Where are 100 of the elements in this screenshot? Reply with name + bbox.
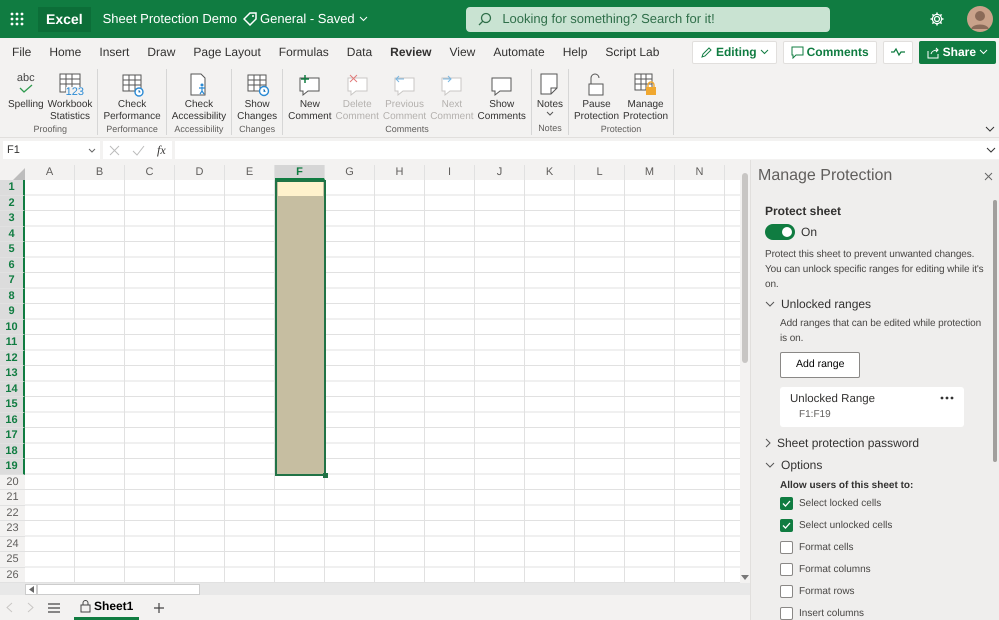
ribbon-tab[interactable]: File — [3, 38, 40, 66]
ribbon-tab[interactable]: Home — [40, 38, 90, 66]
row-header[interactable]: 6 — [0, 258, 25, 273]
checkbox[interactable] — [780, 607, 793, 620]
cell-grid[interactable]: 1 2 3 4 5 6 7 8 9 10 11 12 13 14 15 16 17 18 19 20 21 22 23 24 25 26 — [0, 180, 740, 583]
checkbox[interactable] — [780, 585, 793, 598]
row-header[interactable]: 9 — [0, 304, 25, 320]
row-header[interactable]: 4 — [0, 226, 25, 242]
ribbon-tab[interactable]: Help — [554, 38, 596, 66]
row-header[interactable]: 14 — [0, 382, 25, 397]
row-header[interactable]: 11 — [0, 335, 25, 350]
checkbox[interactable] — [780, 541, 793, 554]
close-icon[interactable] — [984, 172, 993, 180]
row-header[interactable]: 5 — [0, 242, 25, 258]
ribbon-tab[interactable]: Insert — [90, 38, 138, 66]
column-header[interactable]: F — [275, 165, 325, 180]
toggle-switch[interactable] — [765, 224, 795, 240]
row-header[interactable]: 17 — [0, 428, 25, 444]
app-name[interactable]: Excel — [38, 6, 91, 32]
collapse-ribbon-icon[interactable] — [985, 126, 995, 132]
fill-handle[interactable] — [323, 472, 328, 478]
active-cell[interactable] — [278, 182, 323, 196]
menu-icon[interactable] — [48, 602, 60, 612]
checkbox-label[interactable]: Format columns — [799, 562, 871, 578]
insert-function-button[interactable]: fx — [157, 141, 166, 159]
ribbon-tab[interactable]: Script Lab — [596, 38, 668, 66]
checkbox-label[interactable]: Format cells — [799, 540, 854, 556]
ribbon-tab[interactable]: Review — [381, 38, 441, 66]
chevron-down-icon[interactable] — [88, 148, 96, 152]
chevron-down-icon[interactable] — [765, 301, 775, 307]
ribbon-button[interactable]: Check Accessibility — [170, 69, 228, 123]
settings-icon[interactable] — [928, 11, 945, 27]
ribbon-tab[interactable]: Data — [338, 38, 382, 66]
row-header[interactable]: 16 — [0, 412, 25, 428]
ribbon-tab[interactable]: Draw — [138, 38, 184, 66]
chevron-down-icon[interactable] — [765, 462, 775, 468]
document-title[interactable]: Sheet Protection Demo — [102, 9, 237, 29]
checkbox[interactable] — [780, 519, 793, 532]
editing-button[interactable]: Editing — [692, 40, 777, 64]
scroll-thumb[interactable] — [37, 584, 200, 594]
app-launcher-icon[interactable] — [10, 12, 24, 26]
formula-input[interactable] — [174, 141, 999, 159]
activity-button[interactable] — [882, 40, 913, 64]
ribbon-tab[interactable]: Page Layout — [184, 38, 270, 66]
scroll-thumb[interactable] — [742, 173, 748, 363]
checkbox-label[interactable]: Format rows — [799, 584, 855, 600]
ribbon-button[interactable]: Pause Protection — [572, 69, 622, 123]
row-header[interactable]: 20 — [0, 474, 25, 490]
row-header[interactable]: 2 — [0, 196, 25, 211]
section-toggle[interactable]: Unlocked ranges — [765, 296, 985, 312]
search-field[interactable]: Looking for something? Search for it! — [466, 6, 830, 32]
scroll-down-icon[interactable] — [741, 575, 749, 581]
ribbon-button[interactable]: Notes — [534, 69, 566, 117]
ribbon-button[interactable]: 123 Workbook Statistics — [46, 69, 94, 123]
ribbon-tab[interactable]: Formulas — [270, 38, 338, 66]
row-header[interactable]: 21 — [0, 490, 25, 506]
comments-button[interactable]: Comments — [782, 40, 877, 64]
ribbon-button[interactable]: New Comment — [286, 69, 334, 123]
row-header[interactable]: 7 — [0, 273, 25, 288]
panel-scrollbar[interactable] — [993, 200, 997, 462]
section-toggle[interactable]: Sheet protection password — [765, 434, 985, 451]
row-header[interactable]: 19 — [0, 459, 25, 474]
checkbox[interactable] — [780, 563, 793, 576]
ribbon-button[interactable]: Show Changes — [235, 69, 280, 123]
row-header[interactable]: 1 — [0, 180, 25, 196]
row-header[interactable]: 25 — [0, 552, 25, 568]
row-header[interactable]: 23 — [0, 521, 25, 536]
ribbon-button[interactable]: Manage Protection — [621, 69, 670, 123]
checkbox-label[interactable]: Select locked cells — [799, 496, 882, 512]
add-range-button[interactable]: Add range — [780, 352, 860, 378]
name-box[interactable]: F1 — [3, 141, 100, 159]
row-header[interactable]: 26 — [0, 568, 25, 583]
row-header[interactable]: 24 — [0, 536, 25, 552]
ribbon-button[interactable]: Show Comments — [476, 69, 528, 123]
scroll-left-icon[interactable] — [28, 586, 34, 592]
selected-range[interactable] — [275, 180, 326, 476]
ribbon-button[interactable]: Check Performance — [101, 69, 163, 123]
ribbon-tab[interactable]: View — [440, 38, 484, 66]
sheet-tab[interactable]: Sheet1 — [74, 596, 140, 620]
row-header[interactable]: 13 — [0, 366, 25, 382]
checkbox-label[interactable]: Select unlocked cells — [799, 518, 892, 534]
row-header[interactable]: 22 — [0, 506, 25, 521]
checkbox-label[interactable]: Insert columns — [799, 606, 864, 620]
row-header[interactable]: 18 — [0, 444, 25, 459]
ribbon-button[interactable]: abc Spelling — [6, 69, 46, 111]
more-options-icon[interactable] — [940, 396, 954, 400]
chevron-right-icon[interactable] — [765, 438, 771, 448]
row-header[interactable]: 3 — [0, 211, 25, 226]
document-status[interactable]: General - Saved — [260, 9, 355, 29]
row-header[interactable]: 15 — [0, 397, 25, 412]
share-button[interactable]: Share — [918, 40, 996, 64]
ribbon-tab[interactable]: Automate — [484, 38, 554, 66]
checkbox[interactable] — [780, 497, 793, 510]
row-header[interactable]: 12 — [0, 350, 25, 366]
add-sheet-icon[interactable] — [153, 602, 166, 614]
row-header[interactable]: 10 — [0, 320, 25, 335]
expand-icon[interactable] — [986, 147, 996, 153]
range-card[interactable]: Unlocked Range F1:F19 — [780, 386, 964, 427]
horizontal-scrollbar[interactable] — [0, 583, 750, 595]
row-header[interactable]: 8 — [0, 288, 25, 304]
